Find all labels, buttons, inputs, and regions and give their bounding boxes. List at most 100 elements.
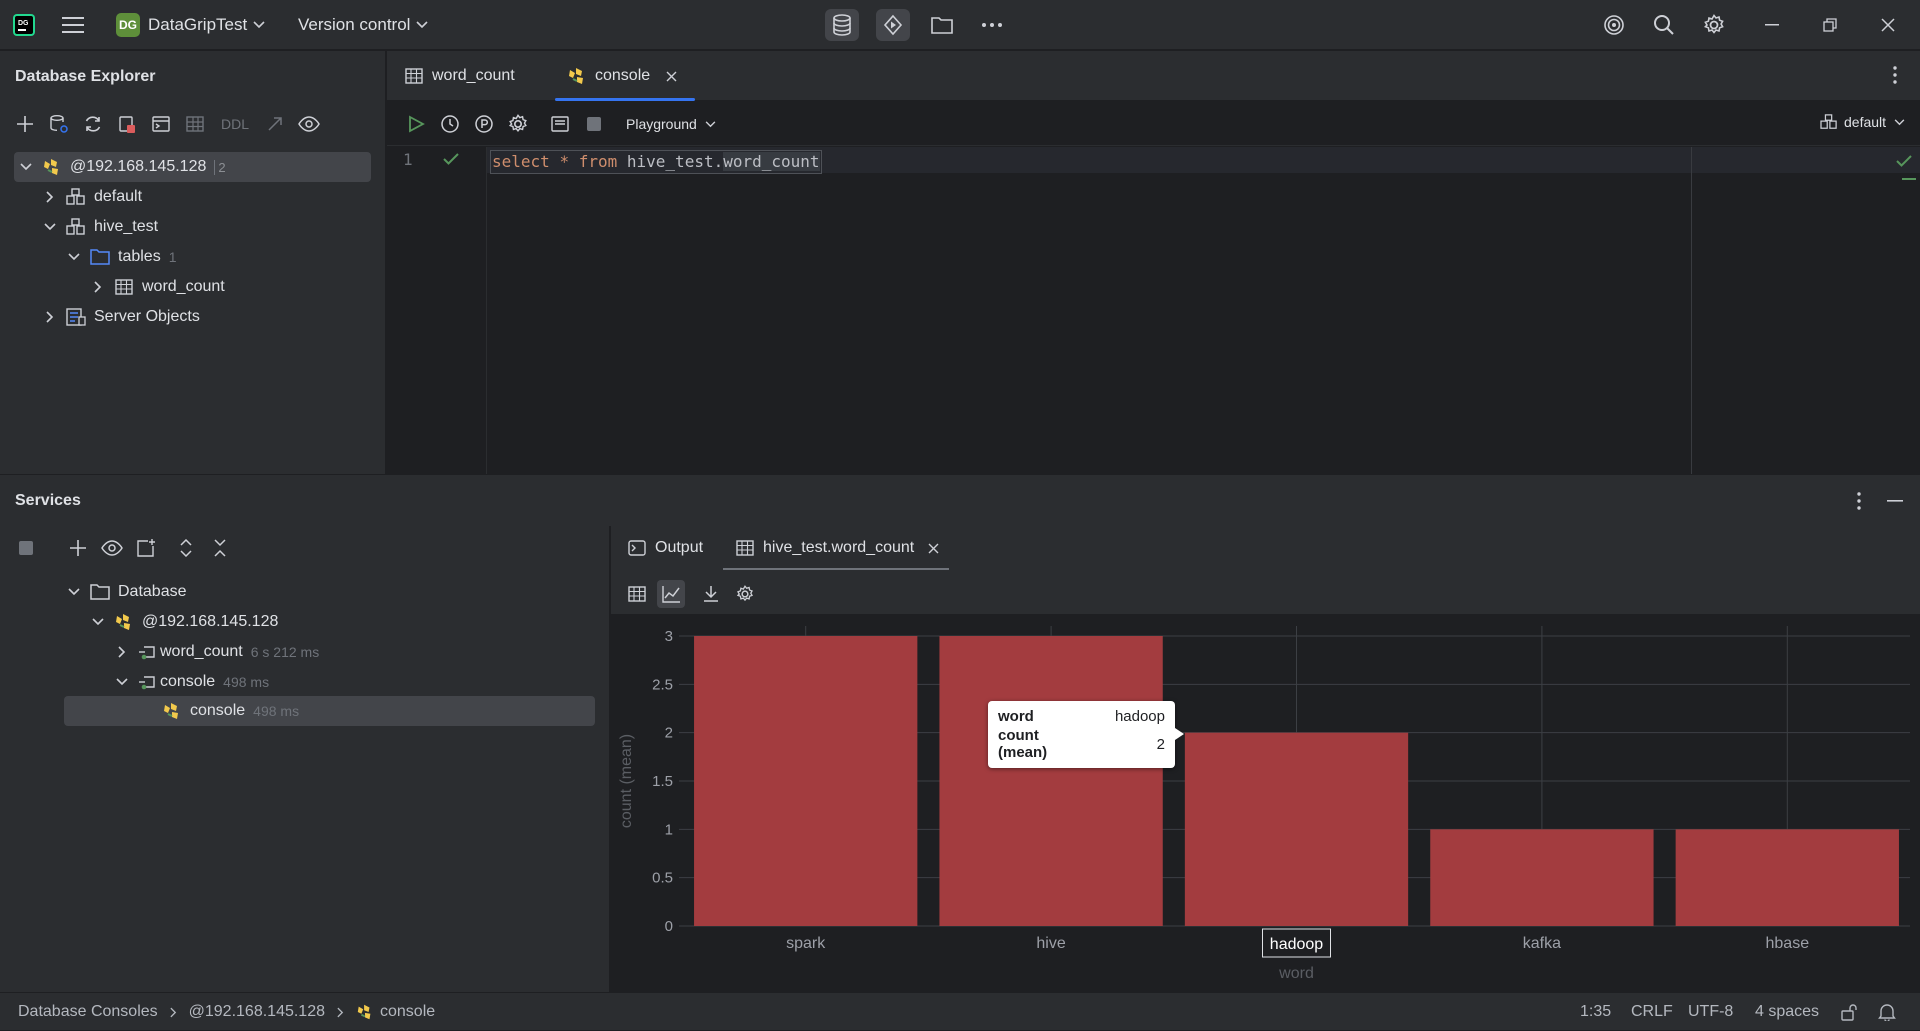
tree-item-server-objects[interactable]: Server Objects xyxy=(42,302,200,332)
tree-label: @192.168.145.128 xyxy=(142,613,279,630)
service-item-console-session[interactable]: console 498 ms xyxy=(114,667,269,697)
sql-schema: hive_test xyxy=(626,152,714,171)
close-window-icon[interactable] xyxy=(1871,9,1905,41)
y-tick-label: 0.5 xyxy=(652,870,673,887)
more-icon[interactable] xyxy=(975,9,1009,41)
bar[interactable] xyxy=(1675,829,1899,926)
services-icon[interactable] xyxy=(876,9,910,41)
ai-assistant-icon[interactable] xyxy=(1597,9,1631,41)
ddl-button[interactable]: DDL xyxy=(215,110,255,138)
tree-item-word-count[interactable]: word_count xyxy=(90,272,225,302)
breadcrumb-item[interactable]: console xyxy=(380,1003,435,1021)
chevron-down-icon[interactable] xyxy=(114,674,130,690)
tree-label: Database xyxy=(118,583,187,600)
new-group-icon[interactable] xyxy=(132,534,160,562)
more-vertical-icon[interactable] xyxy=(1856,491,1862,511)
chevron-down-icon[interactable] xyxy=(66,249,82,265)
stop-icon[interactable] xyxy=(580,110,608,138)
chart-view-icon[interactable] xyxy=(657,580,685,608)
grid-view-icon[interactable] xyxy=(623,580,651,608)
folder-icon[interactable] xyxy=(925,9,959,41)
tab-console[interactable]: console xyxy=(555,51,696,101)
console-icon[interactable] xyxy=(147,110,175,138)
stop-icon[interactable] xyxy=(12,534,40,562)
notifications-icon[interactable] xyxy=(1878,993,1896,1031)
chevron-right-icon[interactable] xyxy=(42,189,58,205)
chevron-right-icon[interactable] xyxy=(42,309,58,325)
explain-plan-icon[interactable] xyxy=(470,110,498,138)
indent-setting[interactable]: 4 spaces xyxy=(1755,993,1819,1031)
tab-result-word-count[interactable]: hive_test.word_count xyxy=(723,526,950,570)
code-editor[interactable]: 1 select * from hive_test.word_count xyxy=(387,147,1920,474)
table-icon xyxy=(735,538,755,558)
tab-word-count[interactable]: word_count xyxy=(404,51,515,101)
bar[interactable] xyxy=(694,636,918,926)
table-icon[interactable] xyxy=(181,110,209,138)
more-vertical-icon[interactable] xyxy=(1892,65,1898,85)
database-icon[interactable] xyxy=(825,9,859,41)
tooltip-value: hadoop xyxy=(1114,708,1165,725)
restore-icon[interactable] xyxy=(1813,9,1847,41)
chart-settings-icon[interactable] xyxy=(731,580,759,608)
y-tick-label: 0 xyxy=(665,918,673,935)
chevron-down-icon[interactable] xyxy=(90,614,106,630)
disconnect-icon[interactable] xyxy=(113,110,141,138)
count-badge: 2 xyxy=(214,159,228,175)
export-icon[interactable] xyxy=(697,580,725,608)
chart-tooltip: word hadoop count (mean) 2 xyxy=(988,701,1175,768)
bar-chart[interactable]: 0 0.5 1 1.5 2 2.5 3 spark hive hadoop kafka hbase wo… xyxy=(611,614,1920,992)
service-item-word-count-session[interactable]: word_count 6 s 212 ms xyxy=(114,637,319,667)
app-logo-icon[interactable]: DG xyxy=(12,0,36,50)
main-menu-icon[interactable] xyxy=(62,0,84,50)
data-source-properties-icon[interactable] xyxy=(45,110,73,138)
chevron-down-icon[interactable] xyxy=(18,159,34,175)
minimize-panel-icon[interactable] xyxy=(1887,500,1903,502)
bar[interactable] xyxy=(939,636,1163,926)
service-item-datasource[interactable]: @192.168.145.128 xyxy=(90,607,278,637)
add-icon[interactable] xyxy=(11,110,39,138)
file-encoding[interactable]: UTF-8 xyxy=(1688,993,1733,1031)
tree-item-hive-test[interactable]: hive_test xyxy=(42,212,158,242)
chevron-down-icon[interactable] xyxy=(66,584,82,600)
eye-icon[interactable] xyxy=(295,110,323,138)
bar[interactable] xyxy=(1184,732,1409,926)
expand-all-icon[interactable] xyxy=(172,534,200,562)
chevron-down-icon[interactable] xyxy=(42,219,58,235)
tree-item-tables[interactable]: tables 1 xyxy=(66,242,177,272)
collapse-all-icon[interactable] xyxy=(206,534,234,562)
tooltip-key: word xyxy=(998,708,1034,725)
service-item-database[interactable]: Database xyxy=(66,577,187,607)
chevron-right-icon[interactable] xyxy=(114,644,130,660)
bar[interactable] xyxy=(1430,829,1654,926)
breadcrumb-item[interactable]: @192.168.145.128 xyxy=(189,1003,325,1021)
sql-keyword: from xyxy=(578,152,618,171)
close-tab-icon[interactable] xyxy=(928,543,939,554)
search-icon[interactable] xyxy=(1647,9,1681,41)
tree-item-default[interactable]: default xyxy=(42,182,142,212)
refresh-icon[interactable] xyxy=(79,110,107,138)
schema-selector[interactable]: default xyxy=(1820,114,1905,130)
close-tab-icon[interactable] xyxy=(666,71,677,82)
layout-icon[interactable] xyxy=(546,110,574,138)
settings-icon[interactable] xyxy=(504,110,532,138)
version-control-menu[interactable]: Version control xyxy=(298,0,429,50)
tree-item-datasource[interactable]: @192.168.145.128 2 xyxy=(14,152,371,182)
project-selector[interactable]: DG DataGripTest xyxy=(116,0,265,50)
jump-icon[interactable] xyxy=(261,110,289,138)
add-icon[interactable] xyxy=(64,534,92,562)
minimize-icon[interactable] xyxy=(1755,9,1789,41)
run-icon[interactable] xyxy=(402,110,430,138)
gear-icon[interactable] xyxy=(1697,9,1731,41)
chevron-right-icon[interactable] xyxy=(90,279,106,295)
tab-output[interactable]: Output xyxy=(627,526,703,570)
history-icon[interactable] xyxy=(436,110,464,138)
service-item-console[interactable]: console 498 ms xyxy=(64,696,595,726)
line-separator[interactable]: CRLF xyxy=(1631,993,1673,1031)
eye-icon[interactable] xyxy=(98,534,126,562)
sql-statement[interactable]: select * from hive_test.word_count xyxy=(490,150,822,174)
playground-selector[interactable]: Playground xyxy=(626,116,716,132)
breadcrumb-item[interactable]: Database Consoles xyxy=(18,1003,158,1021)
cursor-position[interactable]: 1:35 xyxy=(1580,993,1611,1031)
unlock-icon[interactable] xyxy=(1840,993,1858,1031)
inspection-ok-icon[interactable] xyxy=(1896,155,1912,167)
